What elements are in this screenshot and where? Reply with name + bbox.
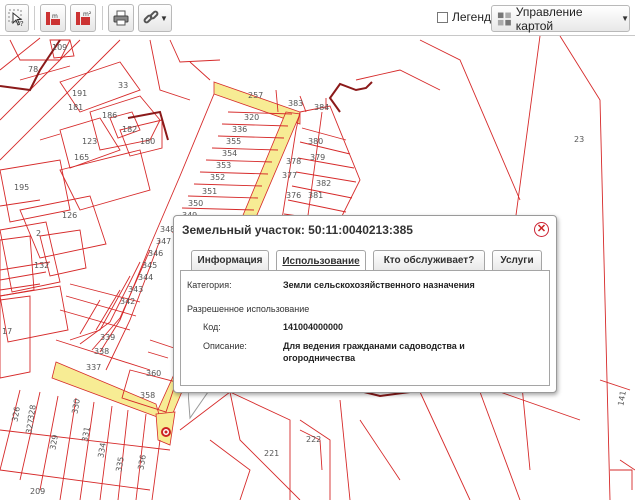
tab-information[interactable]: Информация — [191, 250, 269, 270]
parcel-label: 330 — [70, 398, 82, 415]
parcel-label: 186 — [102, 111, 117, 120]
parcel-label: 221 — [264, 449, 279, 458]
category-label: Категория: — [187, 280, 232, 290]
info-pointer-button[interactable]: ? — [5, 4, 29, 32]
parcel-label: 378 — [286, 157, 301, 166]
layers-grid-icon — [497, 12, 511, 25]
parcel-label: 358 — [140, 391, 155, 400]
popup-title: Земельный участок: 50:11:0040213:385 — [182, 223, 413, 237]
parcel-label: 380 — [308, 137, 323, 146]
parcel-label: 351 — [202, 187, 217, 196]
parcel-label: 338 — [94, 347, 109, 356]
print-button[interactable] — [108, 4, 134, 32]
parcel-label: 339 — [100, 333, 115, 342]
parcel-label: 126 — [62, 211, 77, 220]
parcel-label: 336 — [232, 125, 247, 134]
parcel-label: 23 — [574, 135, 584, 144]
parcel-label: 379 — [310, 153, 325, 162]
svg-text:m: m — [52, 13, 58, 20]
parcel-label: 354 — [222, 149, 237, 158]
link-tools-button[interactable]: ▼ — [138, 4, 172, 32]
popup-pointer — [188, 391, 209, 420]
measure-length-button[interactable]: m — [40, 4, 66, 32]
map-control-label: Управление картой — [515, 4, 583, 33]
parcel-label: 181 — [68, 103, 83, 112]
parcel-label: 382 — [316, 179, 331, 188]
parcel-label: 329 — [48, 434, 60, 451]
parcel-label: 346 — [148, 249, 163, 258]
parcel-label: 343 — [128, 285, 143, 294]
parcel-label: 383 — [288, 99, 303, 108]
chevron-down-icon: ▼ — [160, 13, 168, 23]
parcel-label: 195 — [14, 183, 29, 192]
usage-panel: Категория: Земли сельскохозяйственного н… — [180, 270, 550, 386]
parcel-label: 335 — [114, 456, 126, 473]
parcel-label: 327 — [24, 418, 36, 435]
parcel-label: 180 — [140, 137, 155, 146]
parcel-label: 334 — [96, 442, 108, 459]
parcel-label: 350 — [188, 199, 203, 208]
description-value: Для ведения гражданами садоводства и ого… — [283, 341, 465, 363]
parcel-label: 360 — [146, 369, 161, 378]
parcel-label: 355 — [226, 137, 241, 146]
description-label: Описание: — [203, 341, 247, 351]
parcel-label: 17 — [2, 327, 12, 336]
parcel-label: 326 — [10, 406, 22, 423]
parcel-label: 320 — [244, 113, 259, 122]
parcel-label: 257 — [248, 91, 263, 100]
code-value: 141004000000 — [283, 322, 344, 332]
tab-usage[interactable]: Использование — [276, 250, 366, 271]
parcel-label: 384 — [314, 103, 329, 112]
close-icon[interactable]: ✕ — [534, 222, 549, 237]
parcel-label: 165 — [74, 153, 89, 162]
cursor-question-icon: ? — [8, 9, 24, 27]
parcel-label: 345 — [142, 261, 157, 270]
parcel-label: 381 — [308, 191, 323, 200]
parcel-label: 347 — [156, 237, 171, 246]
parcel-label: 191 — [72, 89, 87, 98]
chain-link-icon — [143, 10, 159, 24]
parcel-label: 209 — [30, 487, 45, 496]
svg-text:?: ? — [20, 20, 24, 27]
parcel-info-popup: Земельный участок: 50:11:0040213:385 ✕ И… — [173, 215, 557, 393]
parcel-label: 123 — [82, 137, 97, 146]
legend-checkbox[interactable] — [437, 11, 448, 23]
parcel-label: 336 — [136, 454, 148, 471]
permitted-use-heading: Разрешенное использование — [187, 304, 310, 314]
parcel-label: 141 — [616, 390, 628, 407]
parcel-label: 353 — [216, 161, 231, 170]
parcel-label: 78 — [28, 65, 38, 74]
parcel-label: 344 — [138, 273, 153, 282]
chevron-down-icon: ▼ — [621, 14, 629, 23]
parcel-label: 132 — [34, 261, 49, 270]
measure-area-button[interactable]: m² — [70, 4, 96, 32]
legend-toggle[interactable]: Легенда — [437, 10, 498, 24]
category-value: Земли сельскохозяйственного назначения — [283, 280, 475, 290]
parcel-label: 352 — [210, 173, 225, 182]
svg-text:m²: m² — [83, 11, 92, 18]
ruler-area-icon: m² — [76, 11, 92, 25]
map-control-dropdown[interactable]: Управление картой ▼ — [491, 4, 630, 33]
parcel-label: 377 — [282, 171, 297, 180]
parcel-label: 222 — [306, 435, 321, 444]
parcel-label: 328 — [26, 404, 38, 421]
parcel-label: 331 — [80, 426, 92, 443]
parcel-label: 376 — [286, 191, 301, 200]
ruler-length-icon: m — [46, 12, 60, 25]
code-label: Код: — [203, 322, 221, 332]
parcel-label: 182 — [122, 125, 137, 134]
parcel-label: 342 — [120, 297, 135, 306]
map-toolbar: ? m m² ▼ Легенда Управление картой ▼ — [0, 0, 635, 36]
parcel-label: 337 — [86, 363, 101, 372]
printer-icon — [113, 10, 129, 26]
tab-services[interactable]: Услуги — [492, 250, 542, 270]
parcel-label: 109 — [52, 43, 67, 52]
parcel-label: 33 — [118, 81, 128, 90]
location-marker — [161, 427, 171, 437]
tab-who-serves[interactable]: Кто обслуживает? — [373, 250, 485, 270]
parcel-label: 2 — [36, 229, 41, 238]
